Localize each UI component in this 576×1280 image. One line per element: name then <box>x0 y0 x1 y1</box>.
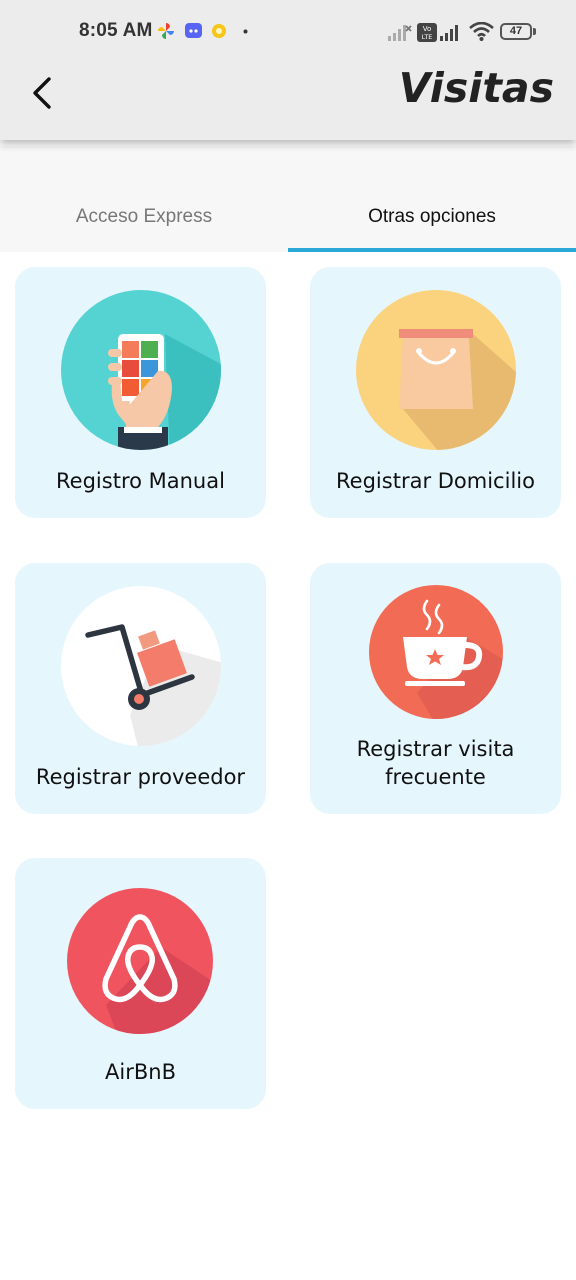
card-label-line1: Registrar visita <box>356 737 515 761</box>
dot-icon <box>243 29 248 34</box>
card-label-line2: frecuente <box>385 765 486 789</box>
battery-icon: 47 <box>500 23 532 40</box>
svg-text:LTE: LTE <box>422 33 433 41</box>
coin-icon <box>212 24 226 38</box>
volte-icon: Vo LTE <box>417 23 437 42</box>
phone-hand-icon <box>61 290 221 450</box>
airbnb-card[interactable]: AirBnB <box>15 858 266 1109</box>
tab-bar: Acceso Express Otras opciones <box>0 146 576 252</box>
registro-manual-card[interactable]: Registro Manual <box>15 267 266 518</box>
card-label: Registro Manual <box>56 469 225 493</box>
status-time: 8:05 AM <box>79 20 153 41</box>
chevron-left-icon <box>33 77 51 109</box>
battery-cap <box>533 28 536 35</box>
discord-icon <box>185 23 202 38</box>
tab-acceso-express[interactable]: Acceso Express <box>0 146 288 252</box>
tab-indicator <box>288 248 576 252</box>
airbnb-icon <box>67 888 213 1034</box>
card-label: Registrar Domicilio <box>336 469 535 493</box>
back-button[interactable] <box>22 70 62 116</box>
registrar-visita-frecuente-card[interactable]: Registrar visita frecuente <box>310 563 561 814</box>
wifi-icon <box>469 22 494 41</box>
signal-icon <box>440 25 458 41</box>
hand-truck-icon <box>61 586 221 746</box>
card-label: AirBnB <box>105 1060 176 1084</box>
signal-x-icon <box>388 25 412 41</box>
card-label: Registrar proveedor <box>35 765 246 789</box>
pinwheel-icon <box>158 23 174 39</box>
svg-text:Vo: Vo <box>423 25 432 33</box>
coffee-cup-icon <box>369 585 503 719</box>
tab-label: Otras opciones <box>368 206 496 227</box>
tab-otras-opciones[interactable]: Otras opciones <box>288 146 576 252</box>
registrar-domicilio-card[interactable]: Registrar Domicilio <box>310 267 561 518</box>
status-bar: 8:05 AM Vo LTE 47 <box>0 0 576 64</box>
registrar-proveedor-card[interactable]: Registrar proveedor <box>15 563 266 814</box>
shopping-bag-icon <box>356 290 516 450</box>
app-header: 8:05 AM Vo LTE 47 Visitas <box>0 0 576 140</box>
page-title: Visitas <box>398 64 554 112</box>
tab-label: Acceso Express <box>75 206 213 227</box>
